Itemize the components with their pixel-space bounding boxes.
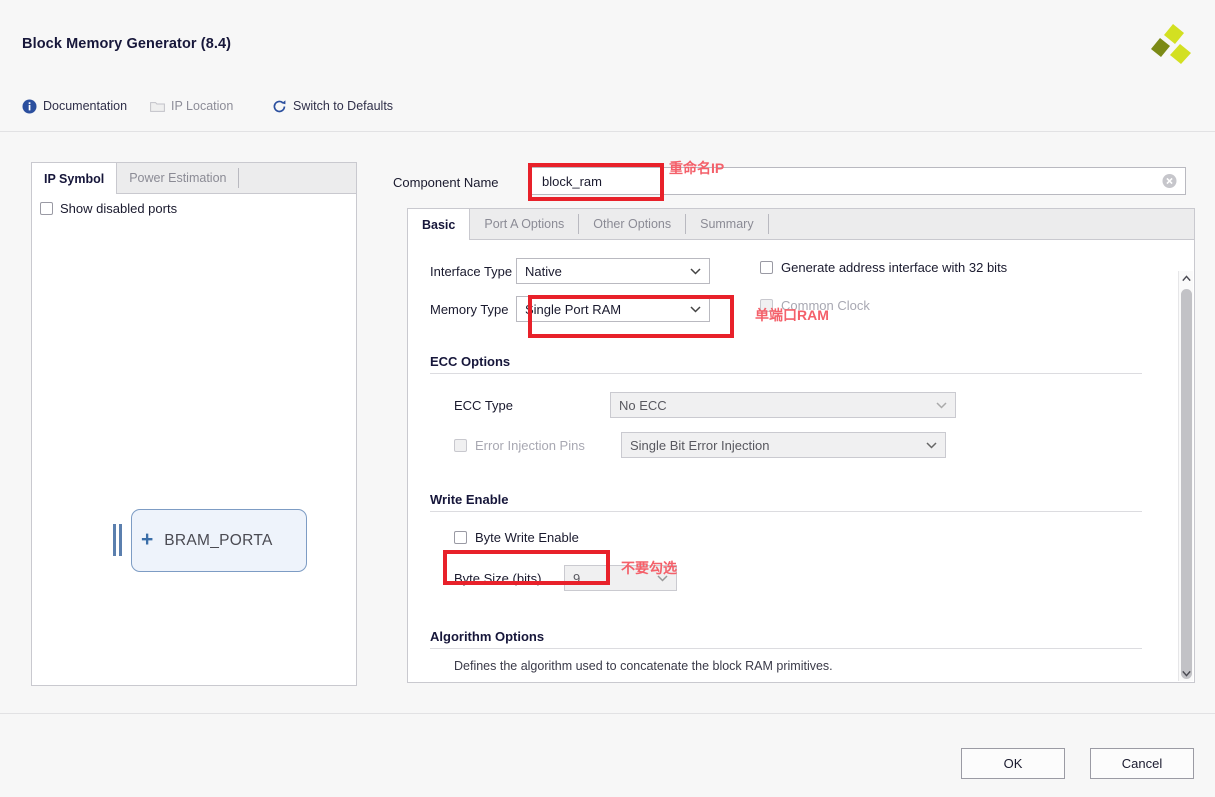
algorithm-options-description: Defines the algorithm used to concatenat… [454, 659, 833, 673]
byte-write-enable-row[interactable]: Byte Write Enable [454, 530, 579, 545]
memory-type-combobox[interactable]: Single Port RAM [516, 296, 710, 322]
error-injection-type-combobox: Single Bit Error Injection [621, 432, 946, 458]
interface-type-label: Interface Type [430, 264, 516, 279]
bram-porta-block[interactable]: + BRAM_PORTA [131, 509, 307, 572]
ecc-type-label: ECC Type [454, 398, 610, 413]
bram-porta-label: BRAM_PORTA [164, 532, 272, 550]
page-title: Block Memory Generator (8.4) [22, 36, 231, 52]
memory-type-value: Single Port RAM [525, 302, 621, 317]
toolbar-divider [0, 131, 1215, 132]
switch-to-defaults-button[interactable]: Switch to Defaults [272, 95, 393, 117]
refresh-icon [272, 99, 287, 114]
component-name-value: block_ram [542, 174, 602, 189]
byte-write-enable-checkbox[interactable] [454, 531, 467, 544]
ecc-options-divider [430, 373, 1142, 374]
tab-ip-symbol-label: IP Symbol [44, 172, 104, 186]
show-disabled-ports-checkbox[interactable] [40, 202, 53, 215]
bram-port-pins-icon [113, 524, 127, 556]
ip-location-button[interactable]: IP Location [150, 95, 233, 117]
error-injection-pins-label: Error Injection Pins [475, 438, 603, 453]
write-enable-title: Write Enable [430, 492, 509, 507]
scrollbar-thumb[interactable] [1181, 289, 1192, 679]
generate-address-interface-label: Generate address interface with 32 bits [781, 260, 1007, 275]
algorithm-options-divider [430, 648, 1142, 649]
byte-size-value: 9 [573, 571, 580, 586]
show-disabled-ports-label: Show disabled ports [60, 201, 177, 216]
annotation-rename-ip: 重命名IP [669, 158, 724, 178]
toolbar: Documentation IP Location Switch to Defa… [0, 95, 1215, 131]
interface-type-combobox[interactable]: Native [516, 258, 710, 284]
amd-xilinx-pinwheel-logo [1146, 22, 1194, 74]
tab-port-a-options[interactable]: Port A Options [470, 209, 578, 239]
tab-power-estimation-label: Power Estimation [129, 171, 226, 185]
tab-summary-label: Summary [700, 217, 753, 231]
cancel-button-label: Cancel [1122, 756, 1162, 771]
component-name-input[interactable]: block_ram [531, 167, 1186, 195]
chevron-down-icon [926, 438, 937, 453]
tab-other-options[interactable]: Other Options [579, 209, 685, 239]
documentation-label: Documentation [43, 99, 127, 113]
footer-divider [0, 713, 1215, 714]
tab-summary[interactable]: Summary [686, 209, 767, 239]
left-tab-bar: IP Symbol Power Estimation [32, 163, 356, 194]
scroll-down-button[interactable] [1179, 666, 1194, 681]
ok-button-label: OK [1004, 756, 1023, 771]
main-tab-bar: Basic Port A Options Other Options Summa… [408, 209, 1194, 240]
interface-type-value: Native [525, 264, 562, 279]
generate-address-interface-checkbox[interactable] [760, 261, 773, 274]
tab-port-a-options-label: Port A Options [484, 217, 564, 231]
generate-address-interface-row[interactable]: Generate address interface with 32 bits [760, 260, 1007, 275]
documentation-button[interactable]: Documentation [22, 95, 127, 117]
memory-type-row: Memory Type Single Port RAM [430, 296, 710, 322]
tab-basic[interactable]: Basic [408, 209, 470, 240]
ecc-type-row: ECC Type No ECC [454, 392, 956, 418]
title-bar: Block Memory Generator (8.4) [0, 0, 1215, 82]
algorithm-options-title: Algorithm Options [430, 629, 544, 644]
write-enable-divider [430, 511, 1142, 512]
show-disabled-ports-row[interactable]: Show disabled ports [40, 201, 177, 216]
vertical-scrollbar[interactable] [1178, 271, 1193, 681]
info-icon [22, 99, 37, 114]
tab-divider [768, 214, 769, 234]
memory-type-label: Memory Type [430, 302, 516, 317]
chevron-down-icon [690, 302, 701, 317]
tab-divider [238, 168, 239, 188]
error-injection-pins-row: Error Injection Pins Single Bit Error In… [454, 432, 946, 458]
ecc-type-value: No ECC [619, 398, 667, 413]
error-injection-pins-checkbox [454, 439, 467, 452]
tab-other-options-label: Other Options [593, 217, 671, 231]
tab-power-estimation[interactable]: Power Estimation [117, 163, 238, 193]
component-name-label: Component Name [393, 175, 499, 190]
cancel-button[interactable]: Cancel [1090, 748, 1194, 779]
ip-symbol-canvas[interactable]: + BRAM_PORTA [32, 225, 356, 685]
byte-size-label: Byte Size (bits) [454, 571, 564, 586]
component-name-row: Component Name block_ram [393, 167, 1195, 197]
ip-symbol-panel: IP Symbol Power Estimation Show disabled… [31, 162, 357, 686]
ecc-type-combobox: No ECC [610, 392, 956, 418]
basic-options-panel: Basic Port A Options Other Options Summa… [407, 208, 1195, 683]
ecc-options-title: ECC Options [430, 354, 510, 369]
chevron-down-icon [690, 264, 701, 279]
expander-plus-icon[interactable]: + [141, 529, 153, 550]
annotation-do-not-check: 不要勾选 [621, 558, 677, 578]
chevron-down-icon [936, 398, 947, 413]
tab-ip-symbol[interactable]: IP Symbol [32, 163, 117, 194]
ok-button[interactable]: OK [961, 748, 1065, 779]
interface-type-row: Interface Type Native [430, 258, 710, 284]
configuration-area: Component Name block_ram Basic Port A Op… [393, 157, 1195, 687]
error-injection-type-value: Single Bit Error Injection [630, 438, 769, 453]
folder-icon [150, 99, 165, 114]
tab-basic-label: Basic [422, 218, 455, 232]
ip-location-label: IP Location [171, 99, 233, 113]
byte-write-enable-label: Byte Write Enable [475, 530, 579, 545]
scroll-up-button[interactable] [1179, 271, 1194, 286]
clear-circle-icon[interactable] [1162, 174, 1177, 189]
annotation-single-port-ram: 单端口RAM [755, 305, 829, 325]
switch-to-defaults-label: Switch to Defaults [293, 99, 393, 113]
